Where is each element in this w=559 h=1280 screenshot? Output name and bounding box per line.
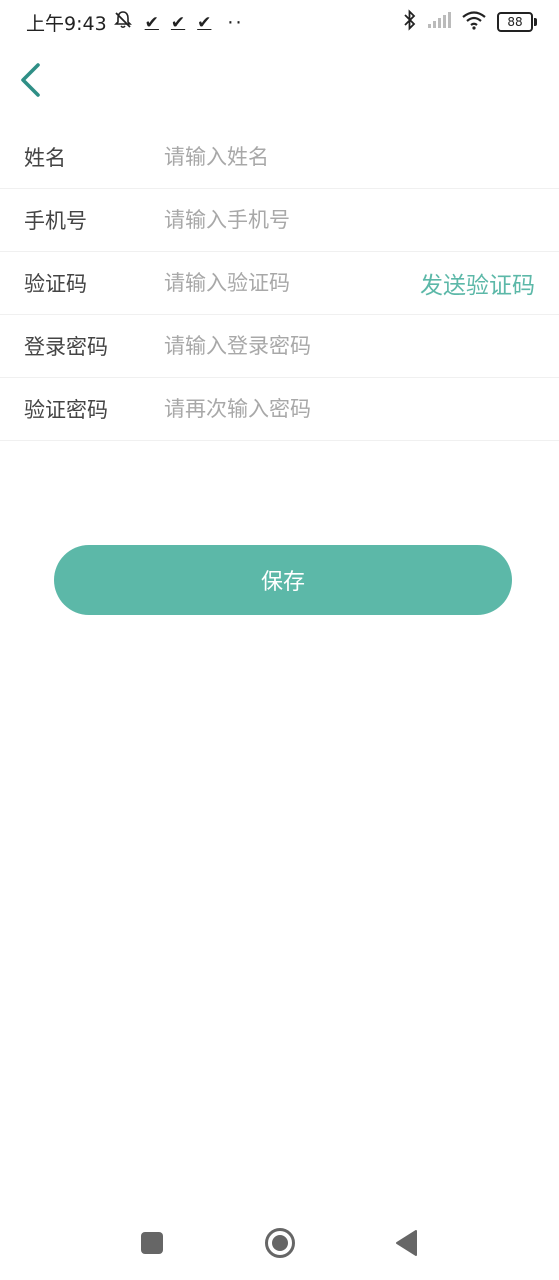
square-icon — [140, 1231, 164, 1259]
password-input[interactable] — [164, 334, 394, 358]
code-label: 验证码 — [24, 272, 87, 296]
phone-label: 手机号 — [24, 209, 87, 233]
triangle-back-icon — [394, 1229, 418, 1261]
battery-icon: 88 — [497, 12, 537, 32]
status-bar: 上午9:43 ✔ ✔ ✔ ·· 88 — [0, 0, 559, 44]
name-label: 姓名 — [24, 146, 66, 170]
form-row-confirm-password: 验证密码 — [0, 378, 559, 441]
confirm-password-label: 验证密码 — [24, 398, 108, 422]
save-button[interactable]: 保存 — [54, 545, 512, 615]
confirm-password-input[interactable] — [164, 397, 394, 421]
notification-check-icon: ✔ — [197, 12, 212, 33]
signal-icon — [427, 11, 451, 33]
system-back-button[interactable] — [388, 1227, 424, 1263]
registration-form: 姓名 手机号 验证码 发送验证码 登录密码 验证密码 — [0, 126, 559, 441]
bell-off-icon — [113, 10, 133, 35]
system-nav-bar — [0, 1215, 559, 1275]
notification-check-icon: ✔ — [144, 12, 159, 33]
send-code-button[interactable]: 发送验证码 — [420, 266, 535, 300]
recent-apps-button[interactable] — [134, 1227, 170, 1263]
home-button[interactable] — [262, 1227, 298, 1263]
status-left: 上午9:43 ✔ ✔ ✔ ·· — [26, 9, 244, 36]
verification-code-input[interactable] — [164, 271, 394, 295]
status-time: 上午9:43 — [26, 13, 107, 35]
circle-icon — [264, 1227, 296, 1263]
form-row-phone: 手机号 — [0, 189, 559, 252]
form-row-code: 验证码 发送验证码 — [0, 252, 559, 315]
status-right: 88 — [403, 9, 537, 35]
password-label: 登录密码 — [24, 335, 108, 359]
wifi-icon — [461, 10, 487, 34]
form-row-name: 姓名 — [0, 126, 559, 189]
notification-check-icon: ✔ — [170, 12, 186, 33]
back-button[interactable] — [10, 60, 50, 104]
bluetooth-icon — [403, 9, 417, 35]
chevron-left-icon — [18, 62, 42, 102]
more-notifications-dots: ·· — [227, 11, 244, 34]
name-input[interactable] — [164, 145, 394, 169]
phone-input[interactable] — [164, 208, 394, 232]
form-row-password: 登录密码 — [0, 315, 559, 378]
